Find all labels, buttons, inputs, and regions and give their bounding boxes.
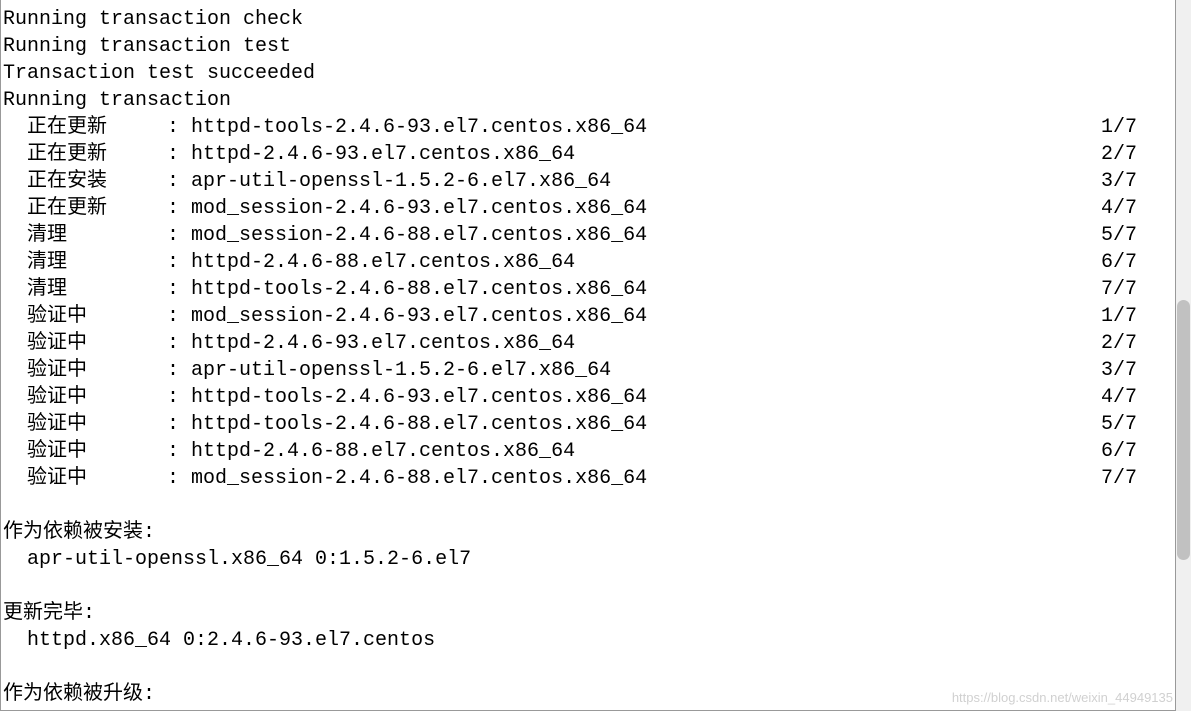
transaction-row: 正在更新: httpd-tools-2.4.6-93.el7.centos.x8… — [3, 114, 1175, 141]
transaction-action: 验证中 — [3, 330, 167, 357]
transaction-action: 验证中 — [3, 303, 167, 330]
header-line: Transaction test succeeded — [3, 60, 1175, 87]
installed-dependency-package: apr-util-openssl.x86_64 0:1.5.2-6.el7 — [3, 546, 1175, 573]
transaction-package: : httpd-tools-2.4.6-88.el7.centos.x86_64 — [167, 276, 1101, 303]
transaction-package: : httpd-2.4.6-88.el7.centos.x86_64 — [167, 438, 1101, 465]
transaction-row: 清理: mod_session-2.4.6-88.el7.centos.x86_… — [3, 222, 1175, 249]
transaction-progress: 6/7 — [1101, 249, 1175, 276]
terminal-output: Running transaction check Running transa… — [0, 0, 1176, 711]
transaction-row: 验证中: mod_session-2.4.6-88.el7.centos.x86… — [3, 465, 1175, 492]
transaction-package: : mod_session-2.4.6-93.el7.centos.x86_64 — [167, 195, 1101, 222]
transaction-action: 正在安装 — [3, 168, 167, 195]
transaction-action: 验证中 — [3, 357, 167, 384]
updated-package: httpd.x86_64 0:2.4.6-93.el7.centos — [3, 627, 1175, 654]
transaction-row: 验证中: httpd-2.4.6-88.el7.centos.x86_646/7 — [3, 438, 1175, 465]
transaction-action: 正在更新 — [3, 114, 167, 141]
transaction-progress: 1/7 — [1101, 114, 1175, 141]
transaction-package: : mod_session-2.4.6-93.el7.centos.x86_64 — [167, 303, 1101, 330]
transaction-action: 验证中 — [3, 384, 167, 411]
transaction-row: 正在更新: httpd-2.4.6-93.el7.centos.x86_642/… — [3, 141, 1175, 168]
transaction-row: 验证中: mod_session-2.4.6-93.el7.centos.x86… — [3, 303, 1175, 330]
transaction-progress: 3/7 — [1101, 357, 1175, 384]
transaction-action: 清理 — [3, 222, 167, 249]
transaction-package: : apr-util-openssl-1.5.2-6.el7.x86_64 — [167, 168, 1101, 195]
transaction-package: : httpd-2.4.6-88.el7.centos.x86_64 — [167, 249, 1101, 276]
watermark-text: https://blog.csdn.net/weixin_44949135 — [952, 689, 1173, 707]
transaction-package: : mod_session-2.4.6-88.el7.centos.x86_64 — [167, 465, 1101, 492]
transaction-row: 清理: httpd-tools-2.4.6-88.el7.centos.x86_… — [3, 276, 1175, 303]
transaction-progress: 5/7 — [1101, 411, 1175, 438]
transaction-progress: 4/7 — [1101, 384, 1175, 411]
transaction-package: : httpd-2.4.6-93.el7.centos.x86_64 — [167, 330, 1101, 357]
transaction-action: 验证中 — [3, 465, 167, 492]
transaction-progress: 3/7 — [1101, 168, 1175, 195]
header-line: Running transaction — [3, 87, 1175, 114]
transaction-progress: 4/7 — [1101, 195, 1175, 222]
transaction-action: 验证中 — [3, 438, 167, 465]
header-line: Running transaction check — [3, 6, 1175, 33]
transaction-progress: 5/7 — [1101, 222, 1175, 249]
transaction-action: 清理 — [3, 276, 167, 303]
blank-line — [3, 492, 1175, 519]
vertical-scrollbar[interactable] — [1176, 0, 1191, 711]
scrollbar-thumb[interactable] — [1177, 300, 1190, 560]
transaction-package: : httpd-2.4.6-93.el7.centos.x86_64 — [167, 141, 1101, 168]
transaction-row: 正在安装: apr-util-openssl-1.5.2-6.el7.x86_6… — [3, 168, 1175, 195]
update-complete-label: 更新完毕: — [3, 600, 1175, 627]
transaction-progress: 2/7 — [1101, 141, 1175, 168]
blank-line — [3, 654, 1175, 681]
transaction-package: : httpd-tools-2.4.6-88.el7.centos.x86_64 — [167, 411, 1101, 438]
transaction-package: : mod_session-2.4.6-88.el7.centos.x86_64 — [167, 222, 1101, 249]
transaction-package: : httpd-tools-2.4.6-93.el7.centos.x86_64 — [167, 114, 1101, 141]
transaction-package: : httpd-tools-2.4.6-93.el7.centos.x86_64 — [167, 384, 1101, 411]
installed-as-dependency-label: 作为依赖被安装: — [3, 519, 1175, 546]
transaction-progress: 6/7 — [1101, 438, 1175, 465]
transaction-package: : apr-util-openssl-1.5.2-6.el7.x86_64 — [167, 357, 1101, 384]
transaction-row: 验证中: apr-util-openssl-1.5.2-6.el7.x86_64… — [3, 357, 1175, 384]
header-line: Running transaction test — [3, 33, 1175, 60]
transaction-action: 正在更新 — [3, 141, 167, 168]
transaction-action: 清理 — [3, 249, 167, 276]
transaction-row: 验证中: httpd-tools-2.4.6-88.el7.centos.x86… — [3, 411, 1175, 438]
transaction-action: 验证中 — [3, 411, 167, 438]
transaction-progress: 1/7 — [1101, 303, 1175, 330]
transaction-progress: 7/7 — [1101, 465, 1175, 492]
transaction-row: 正在更新: mod_session-2.4.6-93.el7.centos.x8… — [3, 195, 1175, 222]
transaction-row: 验证中: httpd-tools-2.4.6-93.el7.centos.x86… — [3, 384, 1175, 411]
blank-line — [3, 573, 1175, 600]
transaction-row: 清理: httpd-2.4.6-88.el7.centos.x86_646/7 — [3, 249, 1175, 276]
transaction-action: 正在更新 — [3, 195, 167, 222]
transaction-row: 验证中: httpd-2.4.6-93.el7.centos.x86_642/7 — [3, 330, 1175, 357]
transaction-progress: 2/7 — [1101, 330, 1175, 357]
transaction-progress: 7/7 — [1101, 276, 1175, 303]
